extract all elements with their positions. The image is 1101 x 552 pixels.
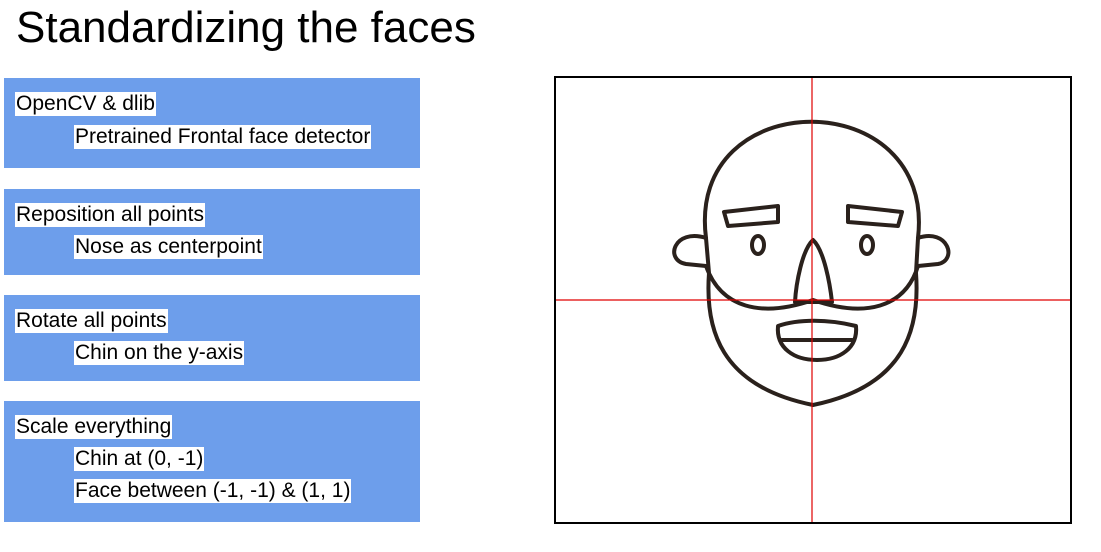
left-eye [750, 234, 766, 256]
step-detail: Face between (-1, -1) & (1, 1) [74, 479, 352, 503]
step-box-reposition: Reposition all points Nose as centerpoin… [4, 189, 420, 275]
step-title: Scale everything [15, 415, 173, 439]
step-detail: Chin on the y-axis [74, 341, 245, 365]
left-ear [672, 234, 708, 268]
nose [793, 238, 834, 304]
step-title: Rotate all points [15, 309, 168, 333]
step-box-scale: Scale everything Chin at (0, -1) Face be… [4, 401, 420, 522]
step-title: Reposition all points [15, 203, 205, 227]
step-detail: Pretrained Frontal face detector [74, 125, 372, 149]
right-eye [859, 234, 875, 256]
bearded-face-icon [556, 78, 1070, 522]
slide-title: Standardizing the faces [16, 3, 476, 52]
step-detail: Chin at (0, -1) [74, 447, 205, 471]
step-box-rotate: Rotate all points Chin on the y-axis [4, 295, 420, 381]
step-box-face-detection: OpenCV & dlib Pretrained Frontal face de… [4, 78, 420, 168]
left-eyebrow [722, 204, 780, 228]
right-ear [916, 234, 951, 268]
step-detail: Nose as centerpoint [74, 235, 263, 259]
right-eyebrow [846, 204, 904, 228]
step-title: OpenCV & dlib [15, 92, 156, 116]
face-figure [554, 76, 1072, 524]
